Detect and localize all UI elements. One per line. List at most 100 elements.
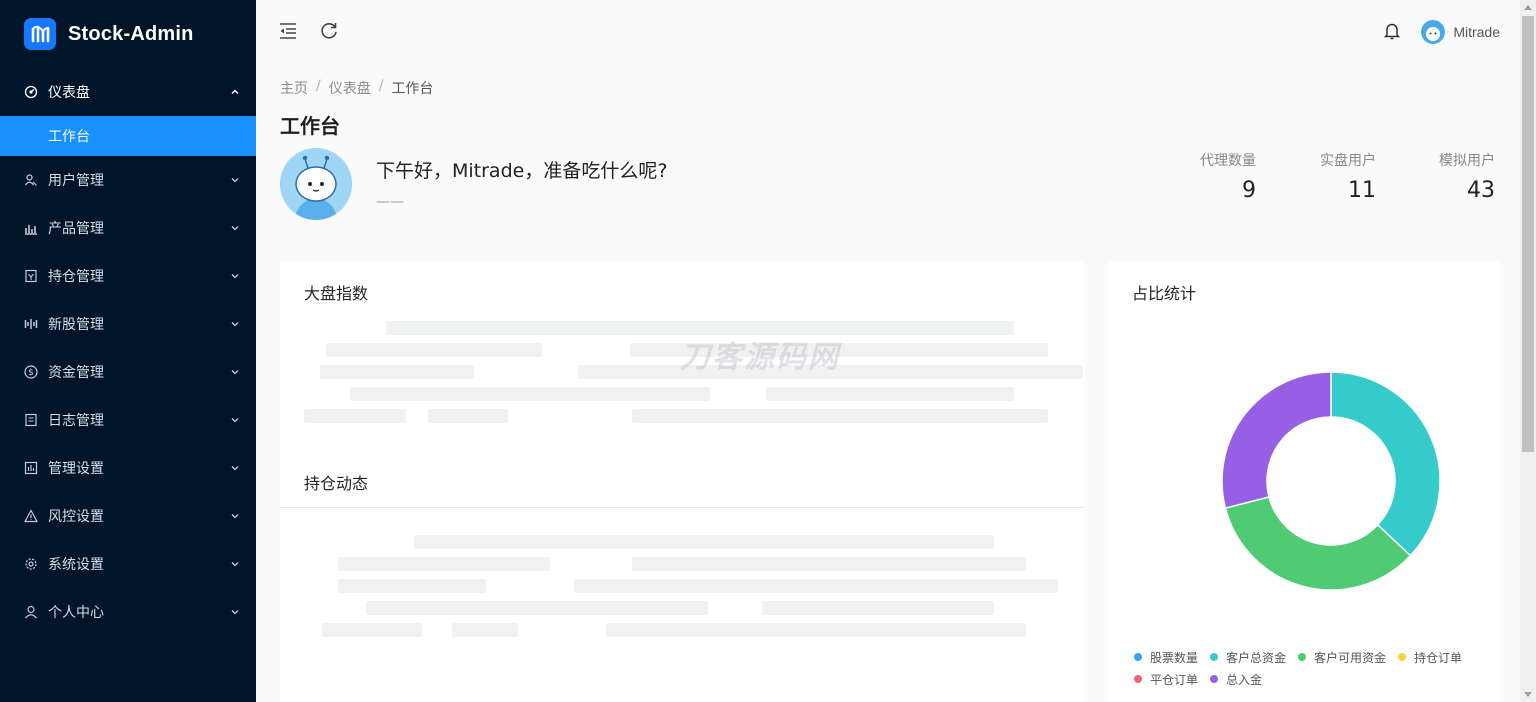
- sidebar-item-funds[interactable]: $ 资金管理: [0, 348, 256, 396]
- skeleton-line: [414, 535, 994, 549]
- sidebar: Stock-Admin 仪表盘 工作台 用户管理 产品管理 持仓管理 新股管理 …: [0, 0, 256, 702]
- chart-icon: [24, 221, 38, 235]
- svg-text:$: $: [28, 368, 34, 378]
- skeleton-line: [632, 409, 1048, 423]
- scroll-up-arrow-icon[interactable]: [1524, 5, 1532, 10]
- sidebar-item-ipo[interactable]: 新股管理: [0, 300, 256, 348]
- legend-item[interactable]: 客户可用资金: [1298, 649, 1386, 666]
- legend-item[interactable]: 股票数量: [1134, 649, 1198, 666]
- card-title-positions: 持仓动态: [304, 474, 369, 493]
- legend-item[interactable]: 客户总资金: [1210, 649, 1286, 666]
- avatar: [1421, 20, 1446, 44]
- stat-value: 9: [1242, 178, 1256, 203]
- legend-dot: [1210, 675, 1219, 683]
- app-name: Stock-Admin: [68, 22, 194, 45]
- sidebar-item-logs[interactable]: 日志管理: [0, 396, 256, 444]
- skeleton-line: [326, 343, 542, 357]
- menu-fold-icon[interactable]: [277, 20, 299, 42]
- scroll-down-arrow-icon[interactable]: [1524, 692, 1532, 697]
- sidebar-item-label: 产品管理: [48, 221, 104, 237]
- bell-icon[interactable]: [1381, 20, 1403, 42]
- breadcrumb-home[interactable]: 主页: [280, 78, 308, 98]
- sidebar-item-system[interactable]: 系统设置: [0, 540, 256, 588]
- scrollbar[interactable]: [1520, 0, 1536, 702]
- card-title-ratio: 占比统计: [1132, 284, 1197, 303]
- chevron-up-icon: [230, 87, 240, 97]
- pie-slice-5[interactable]: [1221, 371, 1332, 510]
- sidebar-item-label: 个人中心: [48, 605, 104, 621]
- skeleton-line: [366, 601, 708, 615]
- warning-icon: [24, 509, 38, 523]
- chevron-down-icon: [230, 175, 240, 185]
- skeleton-line: [350, 387, 710, 401]
- username: Mitrade: [1453, 24, 1500, 40]
- chevron-down-icon: [230, 223, 240, 233]
- skeleton-line: [338, 557, 550, 571]
- sidebar-item-label: 仪表盘: [48, 85, 90, 101]
- legend-dot: [1134, 653, 1142, 661]
- sidebar-item-label: 持仓管理: [48, 269, 104, 285]
- stat-label: 代理数量: [1200, 153, 1256, 169]
- stat-agents: 代理数量 9: [1200, 150, 1256, 203]
- legend-label: 平仓订单: [1150, 672, 1199, 687]
- legend-label: 总入金: [1226, 672, 1263, 687]
- breadcrumb-dashboard[interactable]: 仪表盘: [329, 78, 371, 98]
- stat-demo-users: 模拟用户 43: [1439, 150, 1495, 203]
- gear-icon: [24, 557, 38, 571]
- user-icon: [24, 605, 38, 619]
- sidebar-item-label: 资金管理: [48, 365, 104, 381]
- legend-label: 持仓订单: [1414, 650, 1463, 665]
- sidebar-item-positions[interactable]: 持仓管理: [0, 252, 256, 300]
- sidebar-item-profile[interactable]: 个人中心: [0, 588, 256, 636]
- divider: [280, 507, 1084, 508]
- legend-row: 平仓订单 总入金: [1134, 668, 1474, 690]
- legend-dot: [1298, 653, 1306, 661]
- sidebar-item-dashboard[interactable]: 仪表盘: [0, 68, 256, 116]
- skeleton-line: [322, 623, 422, 637]
- breadcrumb-separator: /: [316, 78, 321, 94]
- breadcrumb-current: 工作台: [391, 81, 434, 97]
- legend-item[interactable]: 平仓订单: [1134, 671, 1198, 688]
- dollar-icon: $: [24, 365, 38, 379]
- sidebar-item-label: 风控设置: [48, 509, 104, 525]
- sidebar-item-label: 新股管理: [48, 317, 104, 333]
- legend-item[interactable]: 总入金: [1210, 671, 1262, 688]
- scroll-thumb[interactable]: [1522, 16, 1534, 452]
- donut-chart[interactable]: [1211, 361, 1451, 601]
- chevron-down-icon: [230, 319, 240, 329]
- sidebar-item-risk[interactable]: 风控设置: [0, 492, 256, 540]
- ipo-icon: [24, 317, 38, 331]
- logo-icon: [24, 18, 56, 50]
- pie-slice-1[interactable]: [1330, 371, 1441, 557]
- pie-slice-2[interactable]: [1224, 496, 1412, 591]
- chevron-down-icon: [230, 463, 240, 473]
- greeting-text: 下午好，Mitrade，准备吃什么呢?: [376, 160, 668, 182]
- skeleton-line: [762, 601, 994, 615]
- skeleton-line: [766, 387, 1014, 401]
- legend-label: 客户总资金: [1226, 650, 1287, 665]
- breadcrumb: 主页 / 仪表盘 / 工作台: [280, 78, 433, 98]
- legend-label: 股票数量: [1150, 650, 1199, 665]
- legend-item[interactable]: 持仓订单: [1398, 649, 1462, 666]
- page-title: 工作台: [280, 114, 340, 138]
- chevron-down-icon: [230, 415, 240, 425]
- stat-value: 11: [1348, 178, 1376, 203]
- stat-label: 模拟用户: [1439, 153, 1495, 169]
- greeting-subtext: ——: [376, 194, 404, 210]
- logo[interactable]: Stock-Admin: [0, 0, 256, 68]
- users-icon: [24, 173, 38, 187]
- sidebar-subitem-workbench[interactable]: 工作台: [0, 116, 256, 156]
- log-icon: [24, 413, 38, 427]
- chevron-down-icon: [230, 559, 240, 569]
- sidebar-item-admin-settings[interactable]: 管理设置: [0, 444, 256, 492]
- sidebar-item-label: 日志管理: [48, 413, 104, 429]
- refresh-icon[interactable]: [318, 20, 340, 42]
- admin-settings-icon: [24, 461, 38, 475]
- sidebar-item-users[interactable]: 用户管理: [0, 156, 256, 204]
- user-menu[interactable]: Mitrade: [1421, 20, 1500, 44]
- legend-dot: [1210, 653, 1218, 661]
- sidebar-item-products[interactable]: 产品管理: [0, 204, 256, 252]
- legend-label: 客户可用资金: [1314, 650, 1387, 665]
- stat-label: 实盘用户: [1320, 153, 1376, 169]
- chevron-down-icon: [230, 367, 240, 377]
